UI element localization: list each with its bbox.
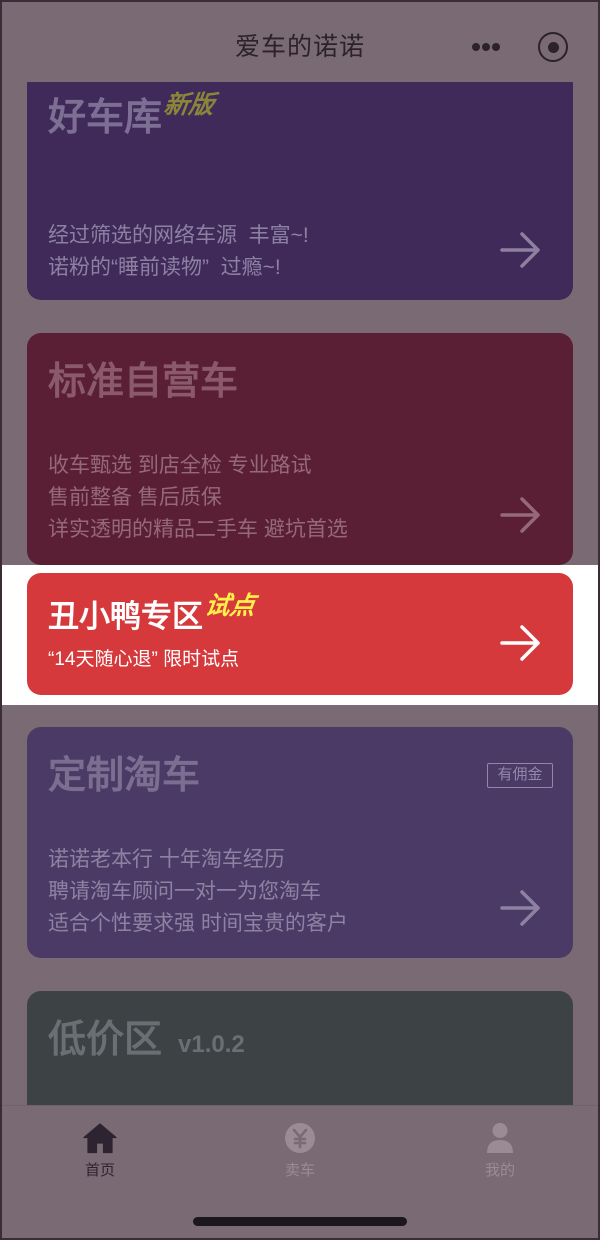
arrow-right-icon[interactable] [500,496,542,534]
card-description: 诺诺老本行 十年淘车经历 聘请淘车顾问一对一为您淘车 适合个性要求强 时间宝贵的… [48,844,348,940]
yen-circle-icon [285,1123,315,1153]
pilot-tag: 试点 [203,592,257,620]
card-title-row: 低价区 v1.0.2 [48,1018,245,1062]
card-custom-car-hunting[interactable]: 定制淘车 有佣金 诺诺老本行 十年淘车经历 聘请淘车顾问一对一为您淘车 适合个性… [27,727,573,958]
arrow-right-icon[interactable] [500,889,542,927]
arrow-right-icon[interactable] [500,231,542,269]
home-shape [83,1123,117,1154]
new-version-tag: 新版 [162,91,216,119]
home-indicator[interactable] [193,1217,407,1226]
card-title: 定制淘车 [48,755,201,797]
card-title: 丑小鸭专区 [48,599,203,634]
app-screen: 爱车的诺诺 好车库 新版 经过筛选的网络车源 丰富~! 诺粉的“睡前读物” 过瘾… [0,0,600,1240]
arrow-right-icon[interactable] [500,624,542,662]
person-icon [487,1123,513,1153]
card-description-line: 聘请淘车顾问一对一为您淘车 [48,880,321,903]
version-label: v1.0.2 [178,1031,245,1058]
arrow-shape [500,625,540,661]
arrow-shape [500,232,540,268]
person-head [492,1123,508,1138]
card-title-row: 标准自营车 [48,360,238,404]
card-title: 标准自营车 [48,361,239,403]
commission-badge: 有佣金 [487,763,553,788]
card-certified-cars[interactable]: 标准自营车 收车甄选 到店全检 专业路试 售前整备 售后质保 详实透明的精品二手… [27,333,573,565]
card-title: 好车库 [48,97,163,139]
home-icon [83,1123,117,1154]
target-circle-core [547,41,559,53]
card-description-line: 收车甄选 到店全检 专业路试 [48,454,312,477]
arrow-shape [500,497,540,533]
card-car-library[interactable]: 好车库 新版 经过筛选的网络车源 丰富~! 诺粉的“睡前读物” 过瘾~! [27,62,573,300]
nav-bar: 爱车的诺诺 [0,0,600,82]
card-description: “14天随心退” 限时试点 [48,647,239,673]
tab-mine[interactable]: 我的 [400,1106,600,1188]
card-title: 低价区 [48,1019,163,1061]
tab-label: 首页 [84,1162,115,1179]
guide-spotlight: 丑小鸭专区 试点 “14天随心退” 限时试点 [0,565,600,705]
exit-button[interactable] [538,32,568,62]
card-description-line: 售前整备 售后质保 [48,486,222,509]
card-description: 收车甄选 到店全检 专业路试 售前整备 售后质保 详实透明的精品二手车 避坑首选 [48,450,348,546]
card-title-row: 丑小鸭专区 试点 [48,592,257,635]
tab-sell-car[interactable]: 卖车 [200,1106,400,1188]
card-title-row: 定制淘车 [48,754,200,798]
more-dots-icon [466,37,506,57]
card-description: 经过筛选的网络车源 丰富~! 诺粉的“睡前读物” 过瘾~! [48,220,309,284]
card-description-line: 经过筛选的网络车源 丰富~! [48,224,309,247]
dot [482,43,490,51]
tab-label: 卖车 [284,1162,315,1179]
card-description-line: 诺诺老本行 十年淘车经历 [48,848,285,871]
arrow-shape [500,890,540,926]
person-body [487,1140,513,1153]
more-button[interactable] [466,37,506,57]
card-description-line: 诺粉的“睡前读物” 过瘾~! [48,256,281,279]
page-title: 爱车的诺诺 [234,33,365,61]
tab-home[interactable]: 首页 [0,1106,200,1188]
dot [492,43,500,51]
card-ugly-duckling-zone[interactable]: 丑小鸭专区 试点 “14天随心退” 限时试点 [27,573,573,695]
card-description-line: 详实透明的精品二手车 避坑首选 [48,518,348,541]
card-description-line: “14天随心退” 限时试点 [48,649,240,670]
card-title-row: 好车库 新版 [48,91,216,140]
card-description-line: 适合个性要求强 时间宝贵的客户 [48,912,348,935]
dot [472,43,480,51]
tab-label: 我的 [484,1162,515,1179]
